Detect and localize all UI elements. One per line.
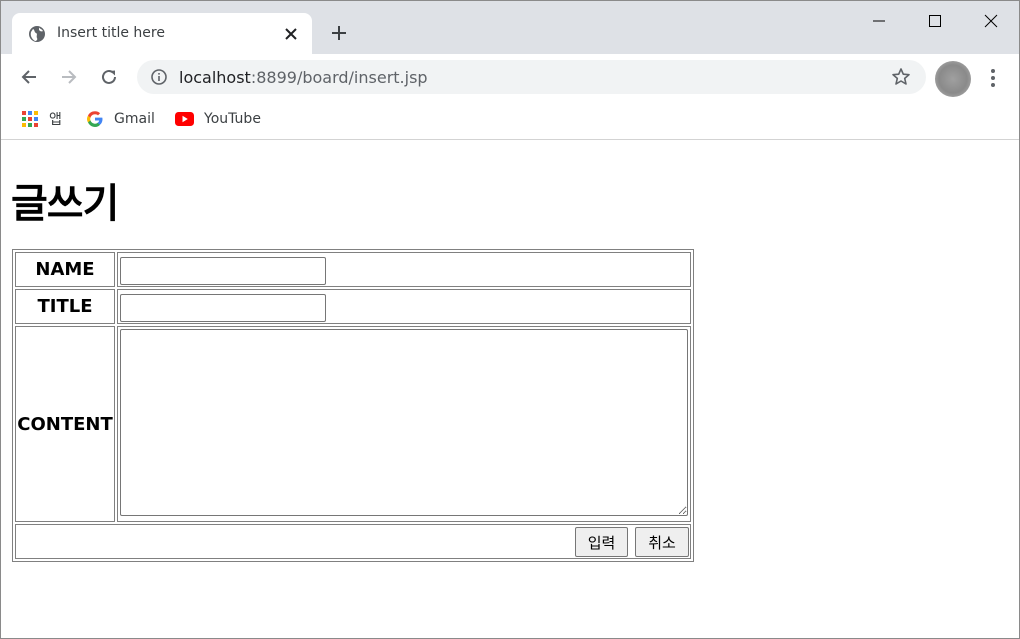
new-tab-icon[interactable] bbox=[327, 21, 351, 45]
name-label-cell: NAME bbox=[15, 252, 115, 287]
tab-strip: Insert title here bbox=[1, 1, 1019, 55]
minimize-icon[interactable] bbox=[864, 7, 894, 35]
url-text[interactable]: localhost:8899/board/insert.jsp bbox=[179, 68, 428, 87]
content-label-cell: CONTENT bbox=[15, 326, 115, 522]
browser-window: Insert title here localhost:8899/board/i… bbox=[0, 0, 1020, 639]
reload-icon[interactable] bbox=[96, 64, 122, 90]
tab-title: Insert title here bbox=[57, 25, 165, 41]
bookmarks-bar: 앱 Gmail YouTube bbox=[1, 100, 1019, 140]
bookmark-label: 앱 bbox=[49, 112, 62, 128]
title-label: TITLE bbox=[37, 296, 93, 317]
close-window-icon[interactable] bbox=[976, 7, 1006, 35]
youtube-icon bbox=[175, 112, 194, 126]
globe-icon bbox=[29, 26, 45, 42]
apps-grid-icon bbox=[22, 111, 38, 127]
submit-button[interactable]: 입력 bbox=[575, 527, 628, 557]
forward-arrow-icon[interactable] bbox=[56, 64, 82, 90]
page-content: 글쓰기 NAME TITLE CONTENT 입력 취소 bbox=[1, 141, 1019, 638]
bookmark-apps[interactable]: 앱 bbox=[21, 108, 62, 130]
bookmark-star-icon[interactable] bbox=[891, 67, 911, 87]
title-label-cell: TITLE bbox=[15, 289, 115, 324]
back-arrow-icon[interactable] bbox=[16, 64, 42, 90]
address-bar[interactable]: localhost:8899/board/insert.jsp bbox=[137, 60, 926, 94]
profile-avatar[interactable] bbox=[935, 61, 971, 97]
active-tab[interactable]: Insert title here bbox=[12, 13, 312, 55]
content-textarea-cell bbox=[117, 326, 691, 522]
cancel-button[interactable]: 취소 bbox=[635, 527, 689, 557]
content-textarea[interactable] bbox=[120, 329, 688, 516]
info-icon[interactable] bbox=[150, 68, 168, 86]
google-g-icon bbox=[87, 111, 103, 127]
bookmark-gmail[interactable]: Gmail bbox=[86, 108, 155, 130]
browser-toolbar: localhost:8899/board/insert.jsp bbox=[1, 54, 1019, 100]
bookmark-label: Gmail bbox=[114, 111, 155, 127]
maximize-icon[interactable] bbox=[920, 7, 950, 35]
kebab-menu-icon[interactable] bbox=[984, 67, 1002, 89]
page-heading: 글쓰기 bbox=[11, 181, 119, 227]
url-path: :8899/board/insert.jsp bbox=[250, 68, 428, 87]
button-row-cell: 입력 취소 bbox=[15, 524, 691, 559]
name-input-cell bbox=[117, 252, 691, 287]
bookmark-label: YouTube bbox=[204, 111, 261, 127]
bookmark-youtube[interactable]: YouTube bbox=[175, 108, 261, 130]
close-tab-icon[interactable] bbox=[281, 24, 301, 44]
url-host: localhost bbox=[179, 68, 251, 87]
content-label: CONTENT bbox=[17, 413, 113, 435]
insert-form-table: NAME TITLE CONTENT 입력 취소 bbox=[12, 249, 694, 562]
title-input-cell bbox=[117, 289, 691, 324]
name-label: NAME bbox=[35, 259, 95, 280]
title-input[interactable] bbox=[120, 294, 326, 322]
name-input[interactable] bbox=[120, 257, 326, 285]
